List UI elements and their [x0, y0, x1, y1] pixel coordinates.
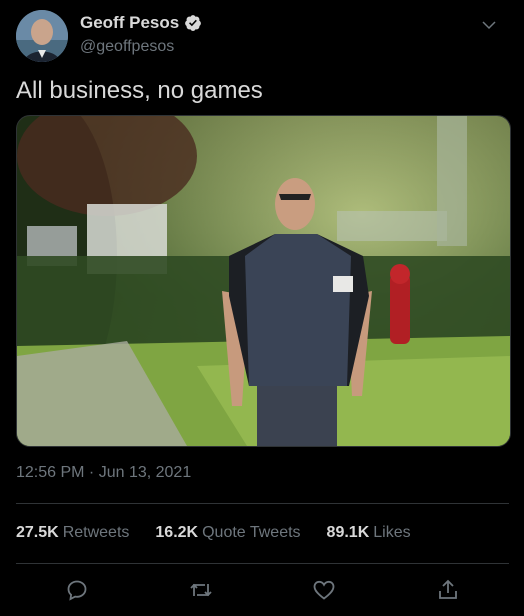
divider — [16, 503, 509, 504]
like-icon[interactable] — [312, 578, 336, 602]
user-handle[interactable]: @geoffpesos — [80, 38, 174, 56]
retweets-count: 27.5K — [16, 524, 59, 541]
likes-stat[interactable]: 89.1K Likes — [327, 524, 411, 542]
likes-label: Likes — [373, 524, 411, 541]
tweet-text: All business, no games — [16, 77, 263, 104]
avatar[interactable] — [16, 10, 68, 62]
likes-count: 89.1K — [326, 524, 370, 541]
verified-badge-icon — [184, 14, 202, 32]
retweets-label: Retweets — [62, 524, 130, 541]
chevron-down-icon[interactable] — [480, 16, 498, 34]
author-name-row: Geoff Pesos — [80, 13, 202, 33]
quote-tweets-count: 16.2K — [155, 524, 199, 541]
share-icon[interactable] — [436, 578, 460, 602]
quote-tweets-stat[interactable]: 16.2K Quote Tweets — [155, 524, 300, 542]
quote-tweets-label: Quote Tweets — [202, 524, 301, 541]
tweet-photo[interactable] — [16, 115, 511, 447]
retweets-stat[interactable]: 27.5K Retweets — [16, 524, 129, 542]
reply-icon[interactable] — [65, 578, 89, 602]
tweet-timestamp[interactable]: 12:56 PM · Jun 13, 2021 — [16, 464, 191, 482]
retweet-icon[interactable] — [189, 578, 213, 602]
tweet-actions-bar — [0, 564, 524, 616]
display-name[interactable]: Geoff Pesos — [80, 13, 179, 33]
tweet-stats: 27.5K Retweets 16.2K Quote Tweets 89.1K Lik… — [16, 524, 411, 542]
